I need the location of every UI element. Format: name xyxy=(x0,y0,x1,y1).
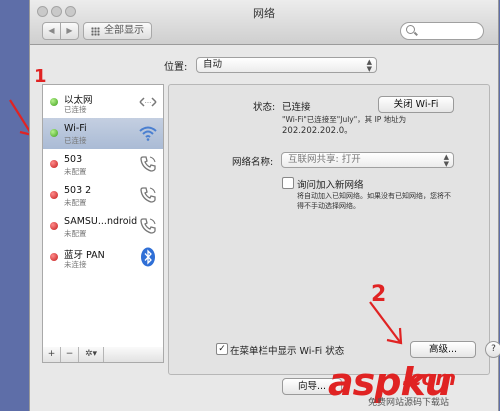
back-icon[interactable]: ◀ xyxy=(43,23,60,39)
ethernet-icon: ··· xyxy=(139,97,157,107)
turn-off-wifi-button[interactable]: 关闭 Wi-Fi xyxy=(378,96,454,113)
title-bar: 网络 ◀ ▶ 全部显示 xyxy=(30,0,498,45)
updown-icon: ▲ ▼ xyxy=(366,58,372,73)
service-item-wifi[interactable]: Wi-Fi 已连接 xyxy=(43,118,163,149)
service-status: 未连接 xyxy=(64,260,87,269)
service-name: SAMSU...ndroid xyxy=(64,216,138,227)
watermark-suffix: .com xyxy=(402,366,457,390)
location-label: 位置: xyxy=(164,62,188,73)
status-value: 已连接 xyxy=(282,102,311,113)
service-item-ethernet[interactable]: 以太网 已连接 ··· xyxy=(43,87,163,118)
ask-join-label: 询问加入新网络 xyxy=(297,180,364,191)
service-item-samsung-android[interactable]: SAMSU...ndroid 未配置 xyxy=(43,211,163,242)
watermark-subtitle: 免费网站源码下载站 xyxy=(368,398,450,408)
service-item-503[interactable]: 503 未配置 xyxy=(43,149,163,180)
service-list-toolbar: + − ✲▾ xyxy=(42,347,164,363)
ask-join-description-2: 得不手动选择网络。 xyxy=(297,202,360,210)
show-wifi-status-label: 在菜单栏中显示 Wi-Fi 状态 xyxy=(230,346,345,357)
network-name-select[interactable]: 互联网共享: 打开 ▲ ▼ xyxy=(281,152,454,168)
ask-join-description-1: 将自动加入已知网络。如果没有已知网络，您将不 xyxy=(297,192,451,200)
phone-icon xyxy=(140,218,156,234)
status-dot-icon xyxy=(50,160,58,168)
phone-icon xyxy=(140,156,156,172)
svg-text:···: ··· xyxy=(145,99,152,107)
status-description-2: 202.202.202.0。 xyxy=(282,126,353,136)
service-status: 已连接 xyxy=(64,136,87,145)
search-input[interactable] xyxy=(400,22,484,40)
window-title: 网络 xyxy=(253,7,275,20)
phone-icon xyxy=(140,187,156,203)
status-dot-icon xyxy=(50,222,58,230)
service-name: 503 2 xyxy=(64,185,92,196)
show-wifi-status-checkbox[interactable]: ✓ xyxy=(216,343,228,355)
service-status: 未配置 xyxy=(64,198,87,207)
forward-icon[interactable]: ▶ xyxy=(60,23,78,39)
annotation-marker-1: 1 xyxy=(34,66,47,87)
network-preferences-window: 网络 ◀ ▶ 全部显示 位置: 自动 ▲ ▼ 以太网 已连接 ··· Wi-Fi … xyxy=(29,0,500,411)
location-value: 自动 xyxy=(203,59,223,70)
status-dot-icon xyxy=(50,129,58,137)
bluetooth-icon xyxy=(141,247,155,267)
service-name: 503 xyxy=(64,154,83,165)
service-list: 以太网 已连接 ··· Wi-Fi 已连接 503 未配置 503 2 未配置 … xyxy=(42,84,164,348)
service-status: 已连接 xyxy=(64,105,87,114)
wifi-icon xyxy=(139,126,157,141)
nav-buttons: ◀ ▶ xyxy=(42,22,79,40)
show-all-button[interactable]: 全部显示 xyxy=(83,22,152,40)
detail-panel: 状态: 已连接 关闭 Wi-Fi "Wi-Fi"已连接至"July"，其 IP … xyxy=(168,84,500,375)
status-label: 状态: xyxy=(253,102,276,113)
show-all-label: 全部显示 xyxy=(104,25,144,36)
ask-join-checkbox[interactable] xyxy=(282,177,294,189)
help-button[interactable]: ? xyxy=(485,341,500,358)
status-dot-icon xyxy=(50,191,58,199)
grid-icon xyxy=(91,26,100,36)
network-name-value: 互联网共享: 打开 xyxy=(288,154,361,165)
status-description-1: "Wi-Fi"已连接至"July"，其 IP 地址为 xyxy=(282,115,407,124)
status-dot-icon xyxy=(50,253,58,261)
service-status: 未配置 xyxy=(64,167,87,176)
service-name: Wi-Fi xyxy=(64,123,87,134)
service-item-503-2[interactable]: 503 2 未配置 xyxy=(43,180,163,211)
remove-service-button[interactable]: − xyxy=(61,347,79,362)
service-item-bluetooth-pan[interactable]: 蓝牙 PAN 未连接 xyxy=(43,242,163,273)
add-service-button[interactable]: + xyxy=(43,347,61,362)
location-select[interactable]: 自动 ▲ ▼ xyxy=(196,57,377,73)
network-name-label: 网络名称: xyxy=(232,157,274,168)
action-menu-button[interactable]: ✲▾ xyxy=(79,347,104,362)
status-dot-icon xyxy=(50,98,58,106)
updown-icon: ▲ ▼ xyxy=(443,153,449,168)
annotation-marker-2: 2 xyxy=(371,282,387,307)
search-icon xyxy=(406,25,415,34)
service-status: 未配置 xyxy=(64,229,87,238)
